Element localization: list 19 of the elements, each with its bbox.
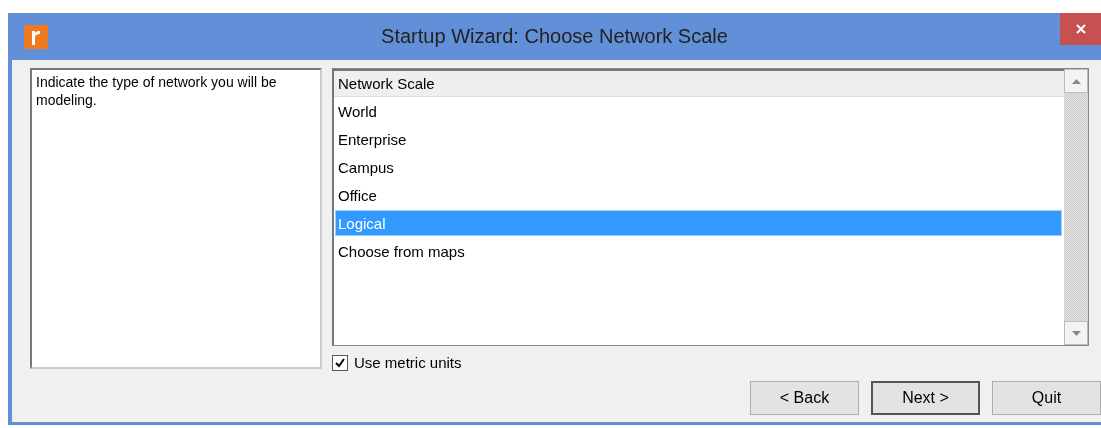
checkbox[interactable] (332, 354, 348, 371)
wizard-button[interactable]: < Back (750, 381, 859, 415)
scroll-up-icon[interactable] (1064, 69, 1088, 93)
description-text: Indicate the type of network you will be modeling. (30, 68, 322, 369)
scroll-down-icon[interactable] (1064, 321, 1088, 345)
window-title: Startup Wizard: Choose Network Scale (380, 25, 729, 48)
column-header[interactable]: Network Scale (334, 69, 1064, 97)
checkbox-label[interactable]: Use metric units (354, 354, 462, 371)
list-item[interactable]: Enterprise (335, 126, 1062, 152)
scrollbar[interactable] (1064, 69, 1088, 345)
app-logo-icon (24, 24, 48, 49)
wizard-button[interactable]: Quit (992, 381, 1101, 415)
close-icon (1074, 23, 1087, 35)
wizard-button[interactable]: Next > (871, 381, 980, 415)
list-item[interactable]: World (335, 98, 1062, 124)
list-item[interactable]: Choose from maps (335, 238, 1062, 264)
list-item[interactable]: Office (335, 182, 1062, 208)
close-button[interactable] (1060, 13, 1101, 45)
list-item[interactable]: Campus (335, 154, 1062, 180)
